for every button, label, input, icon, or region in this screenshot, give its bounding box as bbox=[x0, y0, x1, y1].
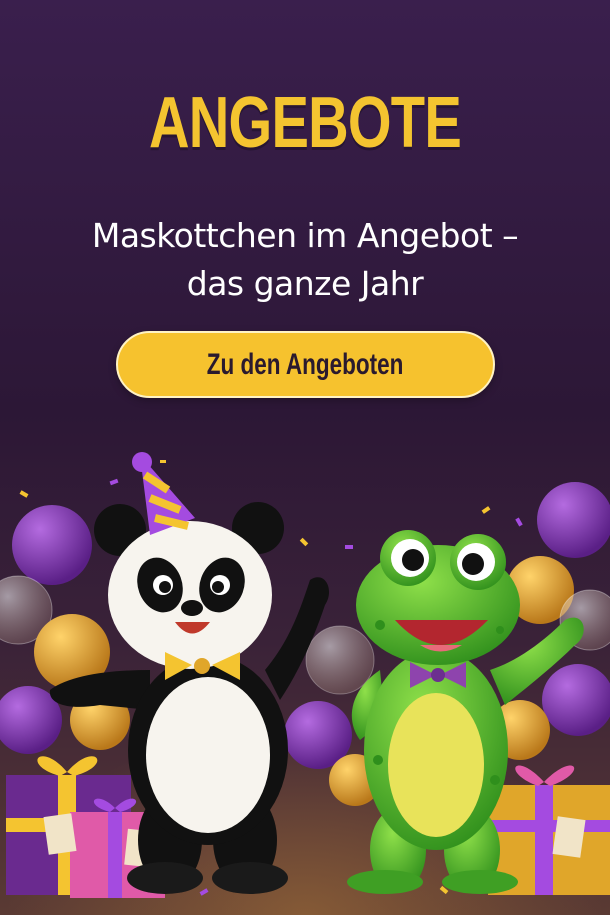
offers-button-label: Zu den Angeboten bbox=[207, 347, 404, 381]
subtitle: Maskottchen im Angebot – das ganze Jahr bbox=[30, 212, 580, 308]
subtitle-line-2: das ganze Jahr bbox=[186, 264, 424, 303]
subtitle-line-1: Maskottchen im Angebot – bbox=[91, 216, 519, 255]
promo-page: ANGEBOTE Maskottchen im Angebot – das ga… bbox=[0, 0, 610, 915]
page-title: ANGEBOTE bbox=[148, 83, 462, 163]
mascot-illustration bbox=[0, 420, 610, 915]
offers-button[interactable]: Zu den Angeboten bbox=[116, 331, 495, 398]
